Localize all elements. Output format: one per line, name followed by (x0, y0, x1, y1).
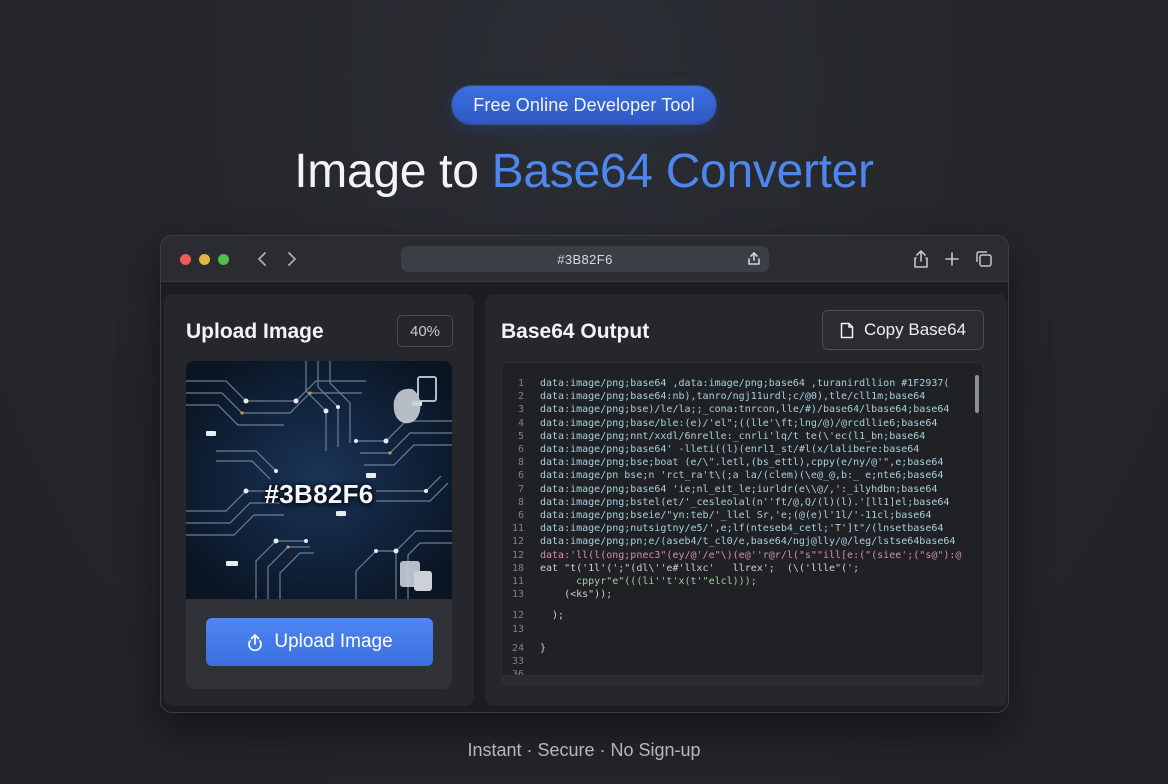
upload-image-button-label: Upload Image (274, 631, 393, 652)
code-line: 13 (<ks")); (502, 588, 983, 601)
upload-icon (246, 632, 266, 652)
page-title-accent: Base64 Converter (491, 145, 874, 198)
address-bar[interactable]: #3B82F6 (401, 246, 769, 272)
upload-panel-title: Upload Image (186, 320, 324, 343)
tabs-icon[interactable] (973, 248, 995, 270)
tool-badge: Free Online Developer Tool (452, 86, 716, 124)
code-line: 13 (502, 623, 983, 636)
code-text: eat "t('1l'(';"(dl\''e#'llxc' llrex'; (\… (540, 562, 860, 574)
code-text: data:image/png;base64:nb),tanro/ngj11urd… (540, 391, 926, 403)
address-bar-text: #3B82F6 (557, 251, 613, 267)
code-text: ); (540, 610, 565, 622)
image-card: #3B82F6 Upload Image (186, 361, 452, 689)
code-text: } (540, 642, 547, 654)
code-line: 2 data:image/png;base64:nb),tanro/ngj11ur… (502, 390, 983, 403)
line-number: 11 (511, 523, 524, 535)
code-line: 12 data:'ll(l(ong;pnec3"(ey/@'/e"\)(e@''r… (502, 549, 983, 562)
code-text: data:image/png;bstel(et/'_cesleolal(n''f… (540, 496, 950, 508)
output-panel-title: Base64 Output (501, 320, 650, 343)
code-line: 6 data:image/png;bseie/"yn:teb/'_llel Sr,… (502, 509, 983, 522)
line-number: 7 (517, 483, 524, 495)
line-number: 1 (517, 378, 524, 389)
line-number: 12 (511, 549, 524, 561)
code-text: data:image/png;nnt/xxdl/6nrelle:_cnrli'l… (540, 430, 926, 442)
upload-panel: Upload Image 40% #3B82F6 Upload Image (164, 294, 474, 706)
copy-base64-button[interactable]: Copy Base64 (822, 310, 984, 350)
line-number: 11 (511, 576, 524, 587)
code-line: 18 eat "t('1l'(';"(dl\''e#'llxc' llrex'; … (502, 562, 983, 575)
code-line: 6 data:image/pn bse;n 'rct_ra't\(;a la/(c… (502, 469, 983, 482)
code-text: (<ks")); (540, 589, 613, 601)
browser-titlebar: #3B82F6 (161, 236, 1008, 282)
line-number: 6 (517, 470, 524, 482)
code-line: 6 data:image/png;base64' -lleti((l)(enrl1… (502, 443, 983, 456)
scrollbar[interactable] (975, 375, 979, 413)
line-number: 6 (517, 444, 524, 455)
code-line: 4 data:image/png;base/ble:(e)/'el";((lle'… (502, 417, 983, 430)
code-text: data:image/pn bse;n 'rct_ra't\(;a la/(cl… (540, 470, 944, 482)
share-icon[interactable] (910, 248, 932, 270)
code-text: cppyr"e"(((li''t'x(t'"elcl))); (540, 576, 757, 587)
code-line: 11 cppyr"e"(((li''t'x(t'"elcl))); (502, 575, 983, 588)
line-number: 12 (511, 610, 524, 622)
document-icon (840, 321, 856, 339)
line-number: 3 (517, 404, 524, 416)
code-text: data:image/png;base64 'ie;nl_eit_le;iurl… (540, 483, 938, 495)
code-line: 8 data:image/png;bse;boat (e/\".letl,(bs_… (502, 456, 983, 469)
output-panel: Base64 Output Copy Base64 1 data:image/pn… (485, 294, 1007, 706)
chevron-right-icon[interactable] (281, 248, 303, 270)
line-number: 18 (511, 562, 524, 574)
line-number: 33 (511, 656, 524, 667)
close-window-button[interactable] (180, 254, 191, 265)
code-line: 1 data:image/png;base64 ,data:image/png;b… (502, 377, 983, 390)
line-number: 8 (517, 496, 524, 508)
browser-window: #3B82F6 Upload Image 40% #3B82F6 Upload … (160, 235, 1009, 713)
base64-output[interactable]: 1 data:image/png;base64 ,data:image/png;b… (501, 362, 984, 686)
zoom-percent[interactable]: 40% (397, 315, 453, 347)
code-line: 5 data:image/png;nnt/xxdl/6nrelle:_cnrli'… (502, 430, 983, 443)
code-line: 33 (502, 655, 983, 668)
code-line: 8 data:image/png;bstel(et/'_cesleolal(n''… (502, 496, 983, 509)
chevron-left-icon[interactable] (251, 248, 273, 270)
page-title-prefix: Image to (294, 145, 492, 198)
code-line: 24} (502, 642, 983, 655)
code-text: data:image/png;bse)/le/la;;_cona:tnrcon,… (540, 404, 950, 416)
copy-base64-button-label: Copy Base64 (863, 320, 967, 339)
code-line: 12 ); (502, 609, 983, 622)
code-text: data:image/png;bseie/"yn:teb/'_llel Sr,'… (540, 510, 932, 521)
line-number: 5 (517, 430, 524, 442)
code-text: data:image/png;bse;boat (e/\".letl,(bs_e… (540, 457, 944, 469)
code-line: 12 data:image/png;pn;e/(aseb4/t_cl0/e,bas… (502, 535, 983, 548)
code-text: data:image/png;base/ble:(e)/'el";((lle'\… (540, 417, 938, 429)
line-number: 24 (511, 642, 524, 654)
code-text: data:image/png;pn;e/(aseb4/t_cl0/e,base6… (540, 536, 956, 548)
share-icon[interactable] (745, 250, 763, 268)
footer-tagline: Instant · Secure · No Sign-up (467, 740, 701, 760)
code-box-footer (502, 675, 983, 685)
code-line: 11 data:image/png;nutsigtny/e5/',e;lf(nte… (502, 522, 983, 535)
line-number: 13 (511, 589, 524, 601)
code-line: 7 data:image/png;base64 'ie;nl_eit_le;iur… (502, 483, 983, 496)
line-number: 8 (517, 457, 524, 469)
code-line: 3 data:image/png;bse)/le/la;;_cona:tnrcon… (502, 403, 983, 416)
line-number: 13 (511, 623, 524, 635)
panel-divider (478, 294, 481, 706)
image-preview: #3B82F6 (186, 361, 452, 599)
code-text: data:'ll(l(ong;pnec3"(ey/@'/e"\)(e@''r@r… (540, 549, 962, 561)
upload-image-button[interactable]: Upload Image (206, 618, 433, 666)
code-text: data:image/png;base64 ,data:image/png;ba… (540, 378, 950, 389)
code-text: data:image/png;base64' -lleti((l)(enrl1_… (540, 444, 920, 455)
plus-icon[interactable] (941, 248, 963, 270)
code-text: data:image/png;nutsigtny/e5/',e;lf(ntese… (540, 523, 944, 535)
line-number: 4 (517, 417, 524, 429)
line-number: 12 (511, 536, 524, 548)
line-number: 2 (517, 391, 524, 403)
maximize-window-button[interactable] (218, 254, 229, 265)
minimize-window-button[interactable] (199, 254, 210, 265)
line-number: 6 (517, 510, 524, 521)
page-title: Image to Base64 Converter (0, 144, 1168, 199)
image-color-label: #3B82F6 (264, 479, 374, 509)
